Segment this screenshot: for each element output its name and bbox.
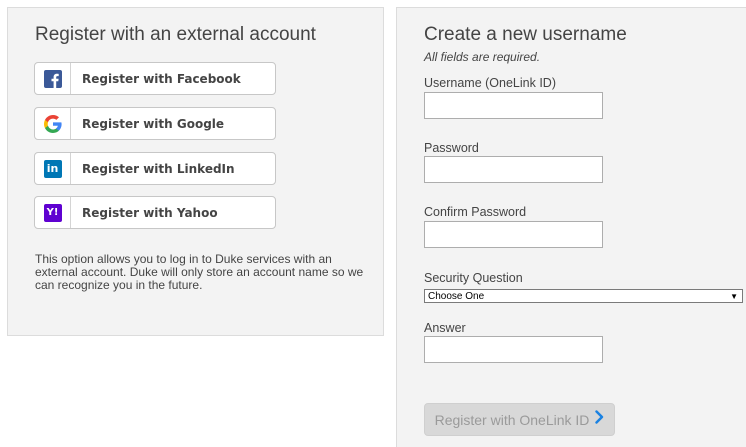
register-facebook-button[interactable]: Register with Facebook: [34, 62, 276, 95]
register-facebook-label: Register with Facebook: [82, 71, 241, 86]
yahoo-icon: Y!: [35, 197, 71, 228]
password-label: Password: [424, 141, 479, 155]
facebook-icon: [35, 63, 71, 94]
required-fields-note: All fields are required.: [424, 50, 541, 64]
security-question-select[interactable]: Choose One ▼: [424, 289, 743, 303]
register-yahoo-label: Register with Yahoo: [82, 205, 218, 220]
register-google-button[interactable]: Register with Google: [34, 107, 276, 140]
chevron-right-icon: [595, 410, 604, 429]
dropdown-arrow-icon: ▼: [730, 291, 738, 301]
username-label: Username (OneLink ID): [424, 76, 556, 90]
external-account-title: Register with an external account: [35, 24, 316, 45]
security-question-selected: Choose One: [428, 290, 485, 302]
answer-input[interactable]: [424, 336, 603, 363]
register-onelink-label: Register with OneLink ID: [434, 411, 590, 428]
answer-label: Answer: [424, 321, 466, 335]
external-account-info: This option allows you to log in to Duke…: [35, 252, 364, 292]
register-linkedin-label: Register with LinkedIn: [82, 161, 235, 176]
create-username-title: Create a new username: [424, 24, 627, 45]
register-onelink-button[interactable]: Register with OneLink ID: [424, 403, 615, 436]
linkedin-icon: in: [35, 153, 71, 184]
google-icon: [35, 108, 71, 139]
confirm-password-input[interactable]: [424, 221, 603, 248]
register-linkedin-button[interactable]: in Register with LinkedIn: [34, 152, 276, 185]
password-input[interactable]: [424, 156, 603, 183]
register-yahoo-button[interactable]: Y! Register with Yahoo: [34, 196, 276, 229]
register-google-label: Register with Google: [82, 116, 225, 131]
username-input[interactable]: [424, 92, 603, 119]
external-account-panel: Register with an external account Regist…: [7, 7, 384, 336]
security-question-label: Security Question: [424, 271, 523, 285]
create-username-panel: Create a new username All fields are req…: [396, 7, 746, 447]
confirm-password-label: Confirm Password: [424, 205, 527, 219]
